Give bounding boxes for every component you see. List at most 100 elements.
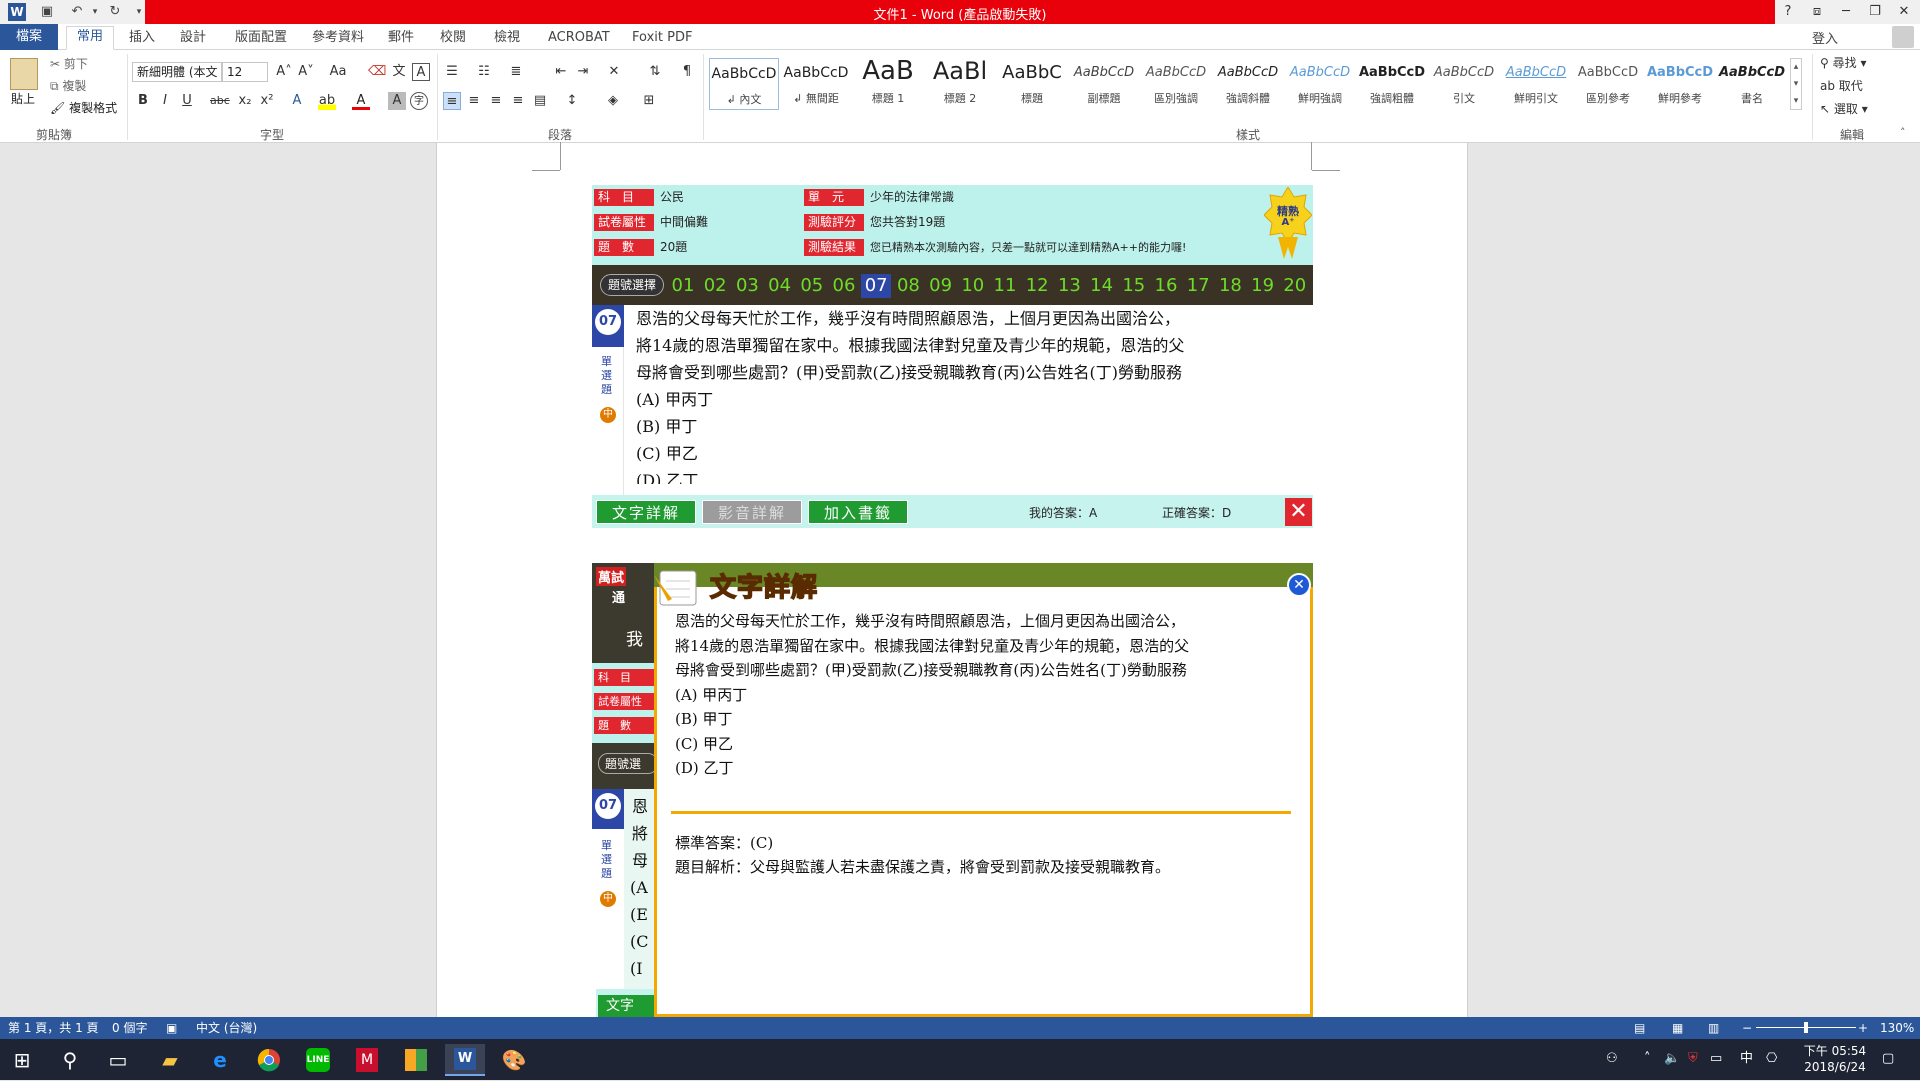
style-book-title[interactable]: AaBbCcD 書名 [1717,58,1787,110]
app-grid-icon[interactable] [396,1044,436,1076]
tab-layout[interactable]: 版面配置 [225,28,297,48]
word-count[interactable]: 0 個字 [112,1020,147,1036]
numbering-icon[interactable]: ☷ [475,63,493,81]
sort-icon[interactable]: ⇅ [646,63,664,81]
people-icon[interactable]: ⚇ [1606,1047,1618,1071]
tab-view[interactable]: 檢視 [484,28,530,48]
style-strong[interactable]: AaBbCcD 強調粗體 [1357,58,1427,110]
style-subtle-reference[interactable]: AaBbCcD 區別參考 [1573,58,1643,110]
tab-file[interactable]: 檔案 [0,24,59,50]
styles-scroll[interactable]: ▴ ▾ ▾ [1790,58,1802,110]
multilevel-list-icon[interactable]: ≣ [507,63,525,81]
chrome-icon[interactable] [249,1044,289,1076]
shrink-font-icon[interactable]: A˅ [297,63,315,81]
style-subtitle[interactable]: AaBbCcD 副標題 [1069,58,1139,110]
enclose-character-icon[interactable]: 字 [410,92,428,110]
text-explanation-button[interactable]: 文字詳解 [596,500,696,524]
print-layout-icon[interactable]: ▦ [1672,1020,1683,1036]
paste-icon[interactable] [10,58,38,90]
zoom-level[interactable]: 130% [1880,1020,1914,1036]
phonetic-guide-icon[interactable]: 文 [390,63,408,81]
read-mode-icon[interactable]: ▤ [1634,1020,1645,1036]
tab-review[interactable]: 校閱 [430,28,476,48]
question-number-button[interactable]: 08 [893,274,923,298]
question-number-button[interactable]: 18 [1215,274,1245,298]
change-case-button[interactable]: Aa [324,63,352,81]
language-indicator[interactable]: 中文 (台灣) [196,1020,257,1036]
style-normal[interactable]: AaBbCcD ↲ 內文 [709,58,779,110]
ime-indicator[interactable]: 中 [1740,1047,1753,1071]
question-number-button[interactable]: 15 [1119,274,1149,298]
style-heading-1[interactable]: AaB 標題 1 [853,58,923,110]
highlight-icon[interactable]: ab [318,92,336,110]
minimize-button[interactable]: ─ [1833,2,1859,22]
question-number-button[interactable]: 13 [1054,274,1084,298]
mcafee-icon[interactable]: M [347,1044,387,1076]
subscript-icon[interactable]: x₂ [236,92,254,110]
cut-button[interactable]: ✂ 剪下 [50,55,88,73]
help-button[interactable]: ? [1775,2,1801,22]
question-number-button[interactable]: 14 [1087,274,1117,298]
restore-button[interactable]: ❐ [1862,2,1888,22]
clock[interactable]: 下午 05:54 2018/6/24 [1800,1043,1870,1075]
collapse-ribbon-icon[interactable]: ˄ [1900,126,1906,139]
ime-mode-icon[interactable]: ⎔ [1766,1047,1777,1071]
style-intense-reference[interactable]: AaBbCcD 鮮明參考 [1645,58,1715,110]
format-painter-button[interactable]: 🖌 複製格式 [50,99,117,117]
word-taskbar-icon[interactable]: W [445,1044,485,1076]
question-number-button[interactable]: 09 [926,274,956,298]
file-explorer-icon[interactable]: ▰ [150,1044,190,1076]
question-number-button[interactable]: 02 [700,274,730,298]
add-bookmark-button[interactable]: 加入書籤 [808,500,908,524]
italic-icon[interactable]: I [156,92,174,110]
question-number-button[interactable]: 01 [668,274,698,298]
tab-mailings[interactable]: 郵件 [378,28,424,48]
security-icon[interactable]: ⛨ [1688,1047,1698,1071]
avatar[interactable] [1892,26,1914,48]
replace-button[interactable]: ab 取代 [1820,77,1863,95]
text-effects-icon[interactable]: A [288,92,306,110]
tab-acrobat[interactable]: ACROBAT [538,28,620,48]
zoom-in-icon[interactable]: + [1858,1020,1868,1036]
copy-button[interactable]: ⧉ 複製 [50,77,86,95]
question-number-button[interactable]: 20 [1280,274,1310,298]
style-no-spacing[interactable]: AaBbCcD ↲ 無間距 [781,58,851,110]
find-button[interactable]: ⚲ 尋找 ▾ [1820,54,1866,72]
distributed-icon[interactable]: ▤ [531,92,549,110]
show-hidden-icons[interactable]: ˄ [1644,1047,1651,1071]
font-color-icon[interactable]: A [352,92,370,110]
close-button[interactable]: ✕ [1891,2,1917,22]
align-right-icon[interactable]: ≡ [487,92,505,110]
paste-button[interactable]: 貼上 [11,90,35,108]
edge-icon[interactable]: e [200,1044,240,1076]
style-title[interactable]: AaBbC 標題 [997,58,1067,110]
tab-home[interactable]: 常用 [66,26,115,50]
line-app-icon[interactable]: LINE [298,1044,338,1076]
line-spacing-icon[interactable]: ↕ [563,92,581,110]
question-number-button[interactable]: 12 [1022,274,1052,298]
superscript-icon[interactable]: x² [258,92,276,110]
grow-font-icon[interactable]: A˄ [275,63,293,81]
page-count[interactable]: 第 1 頁，共 1 頁 [8,1020,99,1036]
asian-layout-icon[interactable]: ✕ [605,63,623,81]
question-number-button[interactable]: 19 [1248,274,1278,298]
bold-icon[interactable]: B [134,92,152,110]
question-number-button[interactable]: 10 [958,274,988,298]
web-layout-icon[interactable]: ▥ [1708,1020,1719,1036]
font-size-combo[interactable]: 12 [222,62,268,82]
show-marks-icon[interactable]: ¶ [678,63,696,81]
style-intense-quote[interactable]: AaBbCcD 鮮明引文 [1501,58,1571,110]
tab-insert[interactable]: 插入 [119,28,165,48]
character-border-icon[interactable]: A [412,63,430,81]
style-quote[interactable]: AaBbCcD 引文 [1429,58,1499,110]
style-subtle-emphasis[interactable]: AaBbCcD 區別強調 [1141,58,1211,110]
tab-references[interactable]: 參考資料 [302,28,374,48]
clear-format-icon[interactable]: ⌫ [368,63,386,81]
windows-start-icon[interactable]: ⊞ [2,1044,42,1076]
align-center-icon[interactable]: ≡ [465,92,483,110]
select-button[interactable]: ↖ 選取 ▾ [1820,100,1868,118]
style-emphasis[interactable]: AaBbCcD 強調斜體 [1213,58,1283,110]
style-heading-2[interactable]: AaBl 標題 2 [925,58,995,110]
question-number-button[interactable]: 11 [990,274,1020,298]
increase-indent-icon[interactable]: ⇥ [574,63,592,81]
